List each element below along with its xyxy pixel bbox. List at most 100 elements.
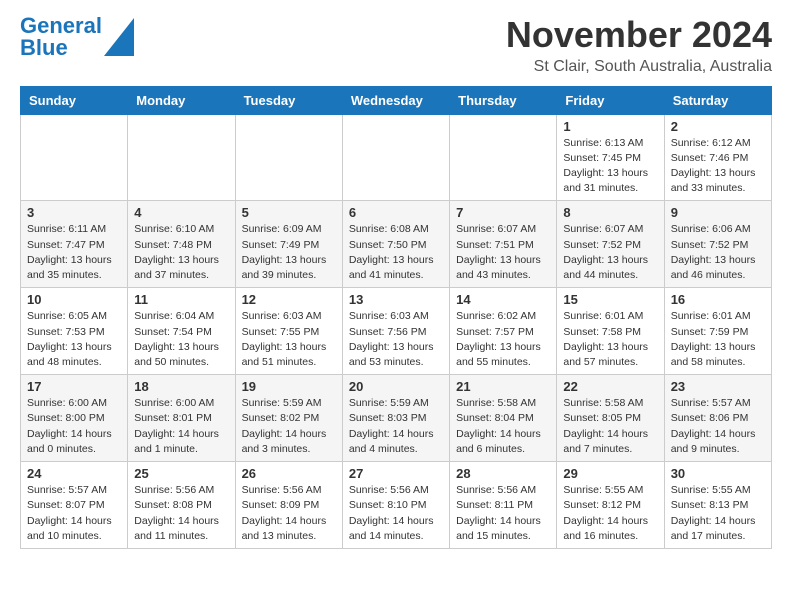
day-info: Sunrise: 5:59 AMSunset: 8:02 PMDaylight:… <box>242 396 336 457</box>
day-number: 28 <box>456 466 550 481</box>
day-info: Sunrise: 6:09 AMSunset: 7:49 PMDaylight:… <box>242 222 336 283</box>
header: General Blue November 2024 St Clair, Sou… <box>20 15 772 76</box>
calendar-cell: 18Sunrise: 6:00 AMSunset: 8:01 PMDayligh… <box>128 375 235 462</box>
calendar-cell: 22 Sunrise: 5:58 AMSunset: 8:05 PMDayligh… <box>557 375 664 462</box>
day-number: 22 <box>563 379 657 394</box>
day-number: 8 <box>563 205 657 220</box>
calendar-cell <box>21 114 128 201</box>
day-info: Sunrise: 6:02 AMSunset: 7:57 PMDaylight:… <box>456 309 550 370</box>
calendar-cell: 17 Sunrise: 6:00 AMSunset: 8:00 PMDayligh… <box>21 375 128 462</box>
day-number: 13 <box>349 292 443 307</box>
day-info: Sunrise: 6:05 AMSunset: 7:53 PMDaylight:… <box>27 309 121 370</box>
day-number: 24 <box>27 466 121 481</box>
day-info: Sunrise: 5:55 AMSunset: 8:13 PMDaylight:… <box>671 483 765 544</box>
calendar-cell: 16Sunrise: 6:01 AMSunset: 7:59 PMDayligh… <box>664 288 771 375</box>
day-info: Sunrise: 6:03 AMSunset: 7:55 PMDaylight:… <box>242 309 336 370</box>
weekday-header: Saturday <box>664 86 771 114</box>
day-info: Sunrise: 5:56 AMSunset: 8:11 PMDaylight:… <box>456 483 550 544</box>
calendar: SundayMondayTuesdayWednesdayThursdayFrid… <box>20 86 772 549</box>
calendar-cell: 26 Sunrise: 5:56 AMSunset: 8:09 PMDayligh… <box>235 462 342 549</box>
day-info: Sunrise: 5:57 AMSunset: 8:07 PMDaylight:… <box>27 483 121 544</box>
day-info: Sunrise: 6:01 AMSunset: 7:58 PMDaylight:… <box>563 309 657 370</box>
day-info: Sunrise: 5:58 AMSunset: 8:05 PMDaylight:… <box>563 396 657 457</box>
calendar-cell: 19 Sunrise: 5:59 AMSunset: 8:02 PMDayligh… <box>235 375 342 462</box>
day-info: Sunrise: 6:11 AMSunset: 7:47 PMDaylight:… <box>27 222 121 283</box>
calendar-week-row: 3 Sunrise: 6:11 AMSunset: 7:47 PMDaylight… <box>21 201 772 288</box>
day-number: 10 <box>27 292 121 307</box>
calendar-cell: 29Sunrise: 5:55 AMSunset: 8:12 PMDayligh… <box>557 462 664 549</box>
weekday-header: Thursday <box>450 86 557 114</box>
month-title: November 2024 <box>506 15 772 55</box>
location: St Clair, South Australia, Australia <box>506 58 772 76</box>
day-number: 5 <box>242 205 336 220</box>
weekday-header: Sunday <box>21 86 128 114</box>
calendar-cell: 23 Sunrise: 5:57 AMSunset: 8:06 PMDayligh… <box>664 375 771 462</box>
day-info: Sunrise: 6:12 AMSunset: 7:46 PMDaylight:… <box>671 136 765 197</box>
day-number: 18 <box>134 379 228 394</box>
logo-blue: Blue <box>20 37 102 59</box>
calendar-cell: 6 Sunrise: 6:08 AMSunset: 7:50 PMDaylight… <box>342 201 449 288</box>
calendar-cell: 7 Sunrise: 6:07 AMSunset: 7:51 PMDaylight… <box>450 201 557 288</box>
day-info: Sunrise: 6:04 AMSunset: 7:54 PMDaylight:… <box>134 309 228 370</box>
day-number: 17 <box>27 379 121 394</box>
logo-general: General <box>20 15 102 37</box>
calendar-cell: 1 Sunrise: 6:13 AMSunset: 7:45 PMDaylight… <box>557 114 664 201</box>
calendar-cell: 8 Sunrise: 6:07 AMSunset: 7:52 PMDaylight… <box>557 201 664 288</box>
calendar-cell: 28 Sunrise: 5:56 AMSunset: 8:11 PMDayligh… <box>450 462 557 549</box>
calendar-cell: 11 Sunrise: 6:04 AMSunset: 7:54 PMDayligh… <box>128 288 235 375</box>
day-number: 27 <box>349 466 443 481</box>
day-info: Sunrise: 6:00 AMSunset: 8:00 PMDaylight:… <box>27 396 121 457</box>
calendar-week-row: 1 Sunrise: 6:13 AMSunset: 7:45 PMDaylight… <box>21 114 772 201</box>
calendar-week-row: 17 Sunrise: 6:00 AMSunset: 8:00 PMDayligh… <box>21 375 772 462</box>
calendar-cell: 9Sunrise: 6:06 AMSunset: 7:52 PMDaylight… <box>664 201 771 288</box>
weekday-header: Wednesday <box>342 86 449 114</box>
weekday-header: Monday <box>128 86 235 114</box>
calendar-cell: 4 Sunrise: 6:10 AMSunset: 7:48 PMDaylight… <box>128 201 235 288</box>
day-info: Sunrise: 5:57 AMSunset: 8:06 PMDaylight:… <box>671 396 765 457</box>
day-number: 25 <box>134 466 228 481</box>
day-number: 3 <box>27 205 121 220</box>
day-number: 26 <box>242 466 336 481</box>
weekday-header: Tuesday <box>235 86 342 114</box>
day-number: 30 <box>671 466 765 481</box>
day-info: Sunrise: 6:10 AMSunset: 7:48 PMDaylight:… <box>134 222 228 283</box>
day-info: Sunrise: 6:03 AMSunset: 7:56 PMDaylight:… <box>349 309 443 370</box>
day-info: Sunrise: 6:08 AMSunset: 7:50 PMDaylight:… <box>349 222 443 283</box>
day-number: 19 <box>242 379 336 394</box>
calendar-cell: 15Sunrise: 6:01 AMSunset: 7:58 PMDayligh… <box>557 288 664 375</box>
day-number: 14 <box>456 292 550 307</box>
day-info: Sunrise: 5:56 AMSunset: 8:08 PMDaylight:… <box>134 483 228 544</box>
calendar-cell: 21 Sunrise: 5:58 AMSunset: 8:04 PMDayligh… <box>450 375 557 462</box>
calendar-week-row: 10 Sunrise: 6:05 AMSunset: 7:53 PMDayligh… <box>21 288 772 375</box>
logo-icon <box>104 18 134 56</box>
calendar-cell: 12Sunrise: 6:03 AMSunset: 7:55 PMDayligh… <box>235 288 342 375</box>
day-info: Sunrise: 6:07 AMSunset: 7:51 PMDaylight:… <box>456 222 550 283</box>
day-info: Sunrise: 5:56 AMSunset: 8:09 PMDaylight:… <box>242 483 336 544</box>
day-number: 23 <box>671 379 765 394</box>
day-info: Sunrise: 6:07 AMSunset: 7:52 PMDaylight:… <box>563 222 657 283</box>
title-area: November 2024 St Clair, South Australia,… <box>506 15 772 76</box>
day-number: 1 <box>563 119 657 134</box>
day-number: 6 <box>349 205 443 220</box>
calendar-cell: 24 Sunrise: 5:57 AMSunset: 8:07 PMDayligh… <box>21 462 128 549</box>
day-info: Sunrise: 6:06 AMSunset: 7:52 PMDaylight:… <box>671 222 765 283</box>
day-number: 21 <box>456 379 550 394</box>
day-info: Sunrise: 5:56 AMSunset: 8:10 PMDaylight:… <box>349 483 443 544</box>
calendar-cell: 2Sunrise: 6:12 AMSunset: 7:46 PMDaylight… <box>664 114 771 201</box>
day-number: 4 <box>134 205 228 220</box>
weekday-header: Friday <box>557 86 664 114</box>
day-info: Sunrise: 5:58 AMSunset: 8:04 PMDaylight:… <box>456 396 550 457</box>
day-number: 7 <box>456 205 550 220</box>
calendar-cell: 27 Sunrise: 5:56 AMSunset: 8:10 PMDayligh… <box>342 462 449 549</box>
day-info: Sunrise: 5:55 AMSunset: 8:12 PMDaylight:… <box>563 483 657 544</box>
calendar-cell: 3 Sunrise: 6:11 AMSunset: 7:47 PMDaylight… <box>21 201 128 288</box>
page: General Blue November 2024 St Clair, Sou… <box>0 0 792 564</box>
calendar-cell <box>342 114 449 201</box>
day-number: 20 <box>349 379 443 394</box>
day-number: 11 <box>134 292 228 307</box>
calendar-cell <box>450 114 557 201</box>
logo: General Blue <box>20 15 134 59</box>
day-info: Sunrise: 6:13 AMSunset: 7:45 PMDaylight:… <box>563 136 657 197</box>
day-number: 16 <box>671 292 765 307</box>
calendar-cell <box>235 114 342 201</box>
